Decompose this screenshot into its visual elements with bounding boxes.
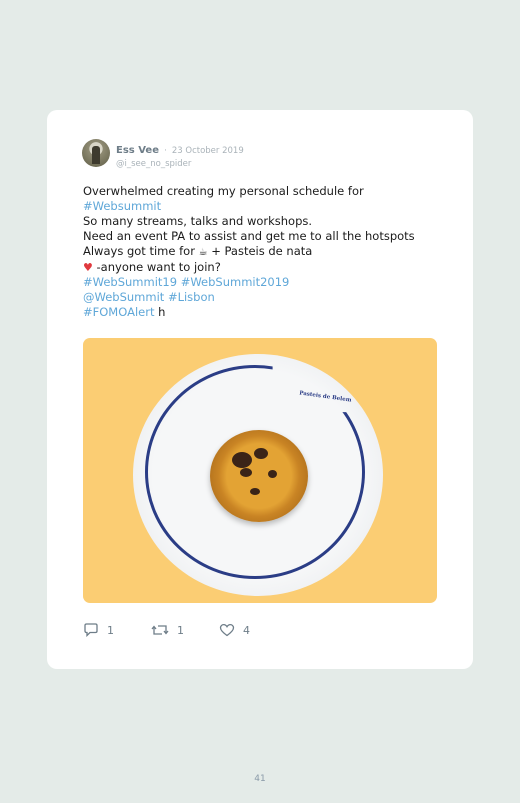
reply-button[interactable]: 1 (83, 623, 114, 637)
text-line: Need an event PA to assist and get me to… (83, 229, 415, 243)
text-line: #FOMOAlert h (83, 305, 443, 320)
like-icon (219, 623, 235, 637)
hashtag-websummit2019[interactable]: #WebSummit2019 (181, 275, 290, 289)
handle[interactable]: @i_see_no_spider (116, 159, 244, 169)
hashtag-websummit[interactable]: #Websummit (83, 199, 443, 214)
text-line: @WebSummit #Lisbon (83, 290, 443, 305)
avatar[interactable] (82, 139, 110, 167)
tweet-card: Ess Vee · 23 October 2019 @i_see_no_spid… (47, 110, 473, 669)
page-number: 41 (254, 774, 266, 784)
caramelized-spot (254, 448, 268, 459)
reply-icon (84, 623, 98, 637)
hashtag-fomoalert[interactable]: #FOMOAlert (83, 305, 154, 319)
separator: · (164, 146, 167, 156)
text-line: Always got time for ☕ + Pasteis de nata (83, 244, 443, 260)
caramelized-spot (268, 470, 277, 478)
mention-websummit[interactable]: @WebSummit (83, 290, 164, 304)
text-line: #WebSummit19 #WebSummit2019 (83, 275, 443, 290)
retweet-button[interactable]: 1 (151, 623, 184, 637)
hashtag-lisbon[interactable]: #Lisbon (168, 290, 215, 304)
tweet-date[interactable]: 23 October 2019 (172, 146, 244, 156)
text-fragment: + Pasteis de nata (211, 244, 313, 258)
tweet-photo[interactable]: Pasteis de Belem (83, 338, 437, 603)
text-line: ♥ -anyone want to join? (83, 260, 443, 275)
display-name[interactable]: Ess Vee (116, 145, 159, 156)
text-fragment: -anyone want to join? (96, 260, 221, 274)
text-fragment: h (158, 305, 166, 319)
reply-count: 1 (107, 623, 114, 637)
caramelized-spot (232, 452, 252, 468)
caramelized-spot (250, 488, 260, 495)
caramelized-spot (240, 468, 252, 477)
plate-logo: Pasteis de Belem (298, 390, 352, 404)
retweet-count: 1 (177, 623, 184, 637)
retweet-icon (151, 625, 169, 635)
tweet-actions: 1 1 4 (83, 623, 383, 639)
hashtag-websummit19[interactable]: #WebSummit19 (83, 275, 177, 289)
like-button[interactable]: 4 (219, 623, 250, 637)
heart-emoji: ♥ (83, 261, 93, 274)
like-count: 4 (243, 623, 250, 637)
text-line: So many streams, talks and workshops. (83, 214, 313, 228)
coffee-emoji: ☕ (198, 247, 208, 258)
pastel-de-nata (210, 430, 308, 522)
plate: Pasteis de Belem (133, 354, 383, 596)
text-line: Overwhelmed creating my personal schedul… (83, 184, 364, 198)
tweet-text: Overwhelmed creating my personal schedul… (83, 184, 443, 320)
text-fragment: Always got time for (83, 244, 195, 258)
author-info: Ess Vee · 23 October 2019 @i_see_no_spid… (116, 138, 244, 169)
